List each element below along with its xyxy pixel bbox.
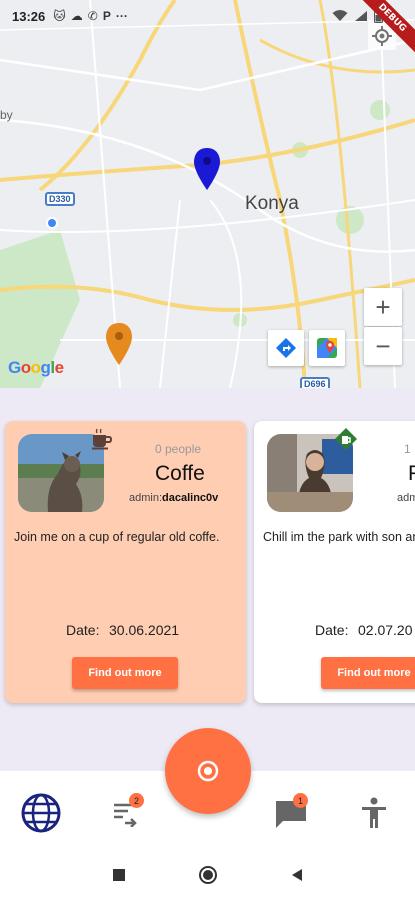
globe-icon	[21, 793, 61, 833]
directions-icon	[276, 338, 296, 358]
road-shield-d696: D696	[300, 377, 330, 388]
accessibility-icon	[362, 797, 386, 828]
event-title: P	[408, 462, 415, 486]
event-date-label: Date:	[315, 622, 349, 638]
wifi-icon	[332, 10, 348, 21]
current-location-dot	[46, 217, 58, 229]
event-card[interactable]: 1 P adm Chill im the park with son and b…	[254, 421, 415, 703]
beer-icon	[335, 428, 357, 450]
nav-swap-tab[interactable]: 2	[103, 791, 147, 835]
whatsapp-icon: ✆	[87, 9, 98, 23]
back-icon[interactable]	[290, 868, 304, 882]
signal-icon	[355, 11, 367, 21]
recents-icon[interactable]	[112, 868, 126, 882]
chat-badge: 1	[293, 793, 308, 808]
road-shield-d330: D330	[45, 192, 75, 206]
map-city-label: Konya	[245, 193, 299, 214]
android-nav-bar	[0, 850, 415, 900]
event-card[interactable]: 0 people Coffe admin:dacalinc0v Join me …	[5, 421, 246, 703]
map-marker-blue	[194, 148, 220, 190]
find-out-more-button[interactable]: Find out more	[72, 657, 178, 689]
cat-icon: 🐱︎	[53, 9, 66, 23]
event-people-count: 1	[404, 442, 411, 456]
google-maps-icon	[317, 338, 337, 358]
more-icon: ···	[115, 9, 128, 23]
home-icon[interactable]	[198, 865, 218, 885]
event-admin: admin:dacalinc0v	[129, 492, 219, 504]
status-bar: 13:26 🐱︎ ☁︎ ✆ P ···	[0, 0, 415, 32]
map-view[interactable]: by Konya D330 D696 Google + −	[0, 0, 415, 388]
status-time: 13:26	[12, 8, 46, 24]
coffee-icon	[92, 428, 113, 450]
event-date-value: 02.07.20	[358, 622, 413, 638]
event-title: Coffe	[155, 462, 205, 485]
nav-map-tab[interactable]	[19, 791, 63, 835]
directions-button[interactable]	[268, 330, 304, 366]
cloud-icon: ☁︎	[70, 9, 83, 23]
find-out-more-button[interactable]: Find out more	[321, 657, 415, 689]
target-icon	[197, 760, 219, 782]
events-carousel[interactable]: 0 people Coffe admin:dacalinc0v Join me …	[0, 388, 415, 770]
map-place-label-partial: by	[0, 108, 13, 122]
swap-badge: 2	[129, 793, 144, 808]
event-admin: adm	[397, 492, 415, 504]
parking-icon: P	[102, 9, 111, 23]
nav-chat-tab[interactable]: 1	[269, 791, 313, 835]
google-logo: Google	[8, 358, 64, 377]
event-description: Chill im the park with son and beers	[263, 530, 415, 544]
event-date-value: 30.06.2021	[109, 622, 180, 638]
nav-profile-tab[interactable]	[352, 791, 396, 835]
event-people-count: 0 people	[155, 442, 202, 456]
open-google-maps-button[interactable]	[309, 330, 345, 366]
event-date-label: Date:	[66, 622, 100, 638]
map-marker-orange	[106, 323, 132, 365]
create-event-fab[interactable]	[165, 728, 251, 814]
event-description: Join me on a cup of regular old coffe.	[14, 530, 220, 544]
status-notification-icons: 🐱︎ ☁︎ ✆ P ···	[53, 9, 128, 23]
zoom-in-button[interactable]: +	[364, 288, 402, 326]
zoom-out-button[interactable]: −	[364, 327, 402, 365]
